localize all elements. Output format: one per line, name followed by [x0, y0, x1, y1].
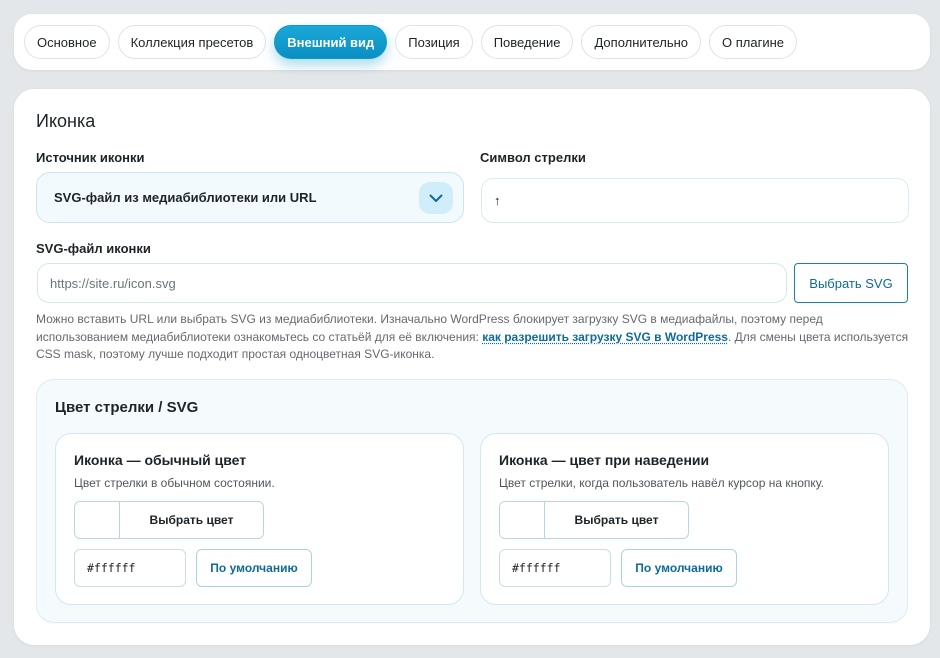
arrow-color-group: Цвет стрелки / SVG Иконка — обычный цвет…: [36, 379, 908, 623]
icon-settings-card: Иконка Источник иконки SVG-файл из медиа…: [14, 89, 930, 645]
hover-color-description: Цвет стрелки, когда пользователь навёл к…: [499, 476, 824, 490]
hover-color-title: Иконка — цвет при наведении: [499, 452, 710, 468]
color-swatch: [500, 502, 545, 538]
normal-color-card: Иконка — обычный цвет Цвет стрелки в обы…: [55, 433, 464, 605]
section-title: Иконка: [36, 111, 96, 131]
normal-color-description: Цвет стрелки в обычном состоянии.: [74, 476, 275, 490]
picker-label: Выбрать цвет: [574, 513, 659, 527]
hover-color-picker-button[interactable]: Выбрать цвет: [499, 501, 689, 539]
tab-behavior[interactable]: Поведение: [480, 25, 574, 59]
hover-color-card: Иконка — цвет при наведении Цвет стрелки…: [480, 433, 889, 605]
picker-label: Выбрать цвет: [149, 513, 234, 527]
normal-color-title: Иконка — обычный цвет: [74, 452, 247, 468]
svg-url-placeholder: https://site.ru/icon.svg: [50, 275, 176, 291]
color-swatch: [75, 502, 120, 538]
tab-about[interactable]: О плагине: [709, 25, 798, 59]
arrow-symbol-input[interactable]: ↑: [481, 178, 909, 223]
svg-upload-help-link[interactable]: как разрешить загрузку SVG в WordPress: [482, 330, 728, 344]
hover-color-default-button[interactable]: По умолчанию: [621, 549, 737, 587]
chevron-down-icon[interactable]: [419, 182, 453, 214]
arrow-color-title: Цвет стрелки / SVG: [55, 399, 199, 416]
tab-appearance[interactable]: Внешний вид: [274, 25, 388, 59]
choose-svg-button[interactable]: Выбрать SVG: [794, 263, 908, 303]
settings-tabs: Основное Коллекция пресетов Внешний вид …: [14, 14, 930, 70]
normal-color-picker-button[interactable]: Выбрать цвет: [74, 501, 264, 539]
svg-file-label: SVG-файл иконки: [36, 241, 151, 256]
tab-main[interactable]: Основное: [24, 25, 110, 59]
icon-source-value: SVG-файл из медиабиблиотеки или URL: [54, 190, 317, 205]
arrow-symbol-label: Символ стрелки: [480, 150, 586, 165]
icon-source-label: Источник иконки: [36, 150, 145, 165]
icon-source-select[interactable]: SVG-файл из медиабиблиотеки или URL: [36, 172, 464, 223]
normal-color-hex-input[interactable]: #ffffff: [74, 549, 186, 587]
normal-color-default-button[interactable]: По умолчанию: [196, 549, 312, 587]
tab-presets[interactable]: Коллекция пресетов: [117, 25, 267, 59]
tab-advanced[interactable]: Дополнительно: [581, 25, 702, 59]
tab-position[interactable]: Позиция: [395, 25, 473, 59]
arrow-symbol-value: ↑: [494, 193, 501, 208]
hover-color-hex-input[interactable]: #ffffff: [499, 549, 611, 587]
svg-help-text: Можно вставить URL или выбрать SVG из ме…: [36, 311, 916, 364]
svg-url-input[interactable]: https://site.ru/icon.svg: [37, 263, 787, 303]
